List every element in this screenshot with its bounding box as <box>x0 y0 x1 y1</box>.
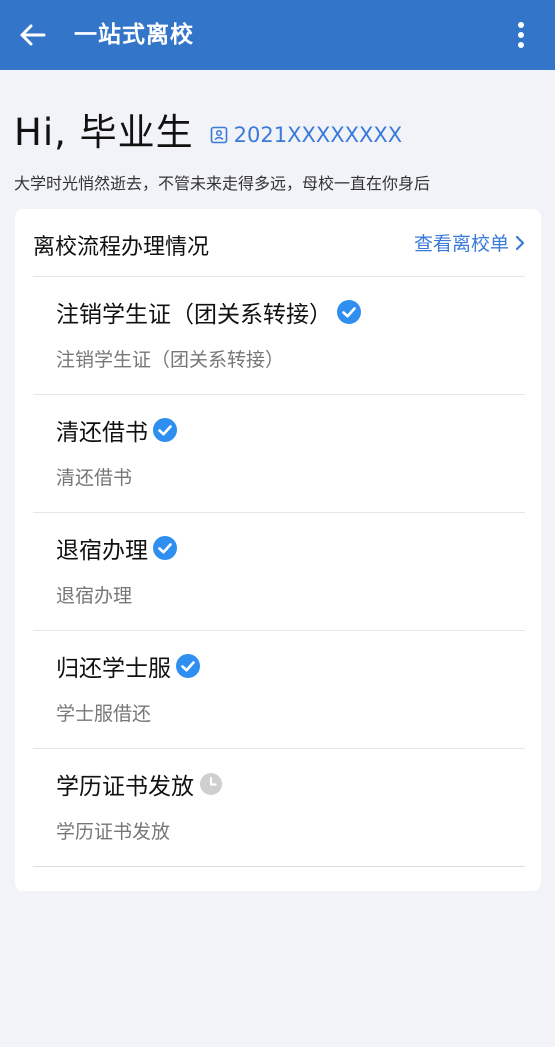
step-title-text: 退宿办理 <box>56 538 148 564</box>
id-card-icon <box>210 126 227 144</box>
step-cancel-student-card[interactable]: 注销学生证（团关系转接） 注销学生证（团关系转接） <box>33 277 525 395</box>
step-title-text: 学历证书发放 <box>56 774 194 800</box>
step-subtitle: 清还借书 <box>56 467 133 489</box>
chevron-right-icon <box>515 235 525 250</box>
step-title: 清还借书 <box>56 413 178 447</box>
step-dorm-checkout[interactable]: 退宿办理 退宿办理 <box>33 513 525 631</box>
step-subtitle: 注销学生证（团关系转接） <box>56 349 285 371</box>
step-title-text: 注销学生证（团关系转接） <box>56 302 332 328</box>
checkout-progress-card: 离校流程办理情况 查看离校单 注销学生证（团关系转接） 注销学生证（团关系转接） <box>15 209 541 891</box>
step-diploma-issue[interactable]: 学历证书发放 学历证书发放 <box>33 749 525 867</box>
tagline: 大学时光悄然逝去，不管未来走得多远，母校一直在你身后 <box>14 174 431 193</box>
view-checkout-form-link[interactable]: 查看离校单 <box>414 229 525 256</box>
card-title: 离校流程办理情况 <box>33 235 210 260</box>
back-button[interactable] <box>10 15 54 55</box>
step-title: 退宿办理 <box>56 531 178 565</box>
clock-icon <box>198 771 224 797</box>
check-circle-icon <box>336 299 362 325</box>
student-id-value: 2021XXXXXXXX <box>233 123 403 147</box>
step-return-gown[interactable]: 归还学士服 学士服借还 <box>33 631 525 749</box>
more-vert-icon <box>518 22 524 48</box>
app-bar: 一站式离校 <box>0 0 555 70</box>
page-title: 一站式离校 <box>74 22 194 48</box>
step-list: 注销学生证（团关系转接） 注销学生证（团关系转接） 清还借书 清还借书 退宿办理… <box>33 277 525 867</box>
check-circle-icon <box>152 417 178 443</box>
greeting-title: Hi, 毕业生 <box>14 111 194 154</box>
card-header: 离校流程办理情况 查看离校单 <box>33 209 525 277</box>
step-title-text: 清还借书 <box>56 420 148 446</box>
step-title: 学历证书发放 <box>56 767 224 801</box>
more-options-button[interactable] <box>501 15 541 55</box>
check-circle-icon <box>175 653 201 679</box>
student-id: 2021XXXXXXXX <box>210 123 403 147</box>
step-title-text: 归还学士服 <box>56 656 171 682</box>
view-checkout-form-label: 查看离校单 <box>413 233 509 255</box>
check-circle-icon <box>152 535 178 561</box>
step-return-books[interactable]: 清还借书 清还借书 <box>33 395 525 513</box>
step-subtitle: 退宿办理 <box>56 585 133 607</box>
step-title: 归还学士服 <box>56 649 201 683</box>
greeting: Hi, 毕业生 2021XXXXXXXX <box>14 104 402 154</box>
step-subtitle: 学历证书发放 <box>56 821 171 843</box>
step-subtitle: 学士服借还 <box>56 703 152 725</box>
arrow-left-icon <box>20 24 46 46</box>
step-title: 注销学生证（团关系转接） <box>56 295 362 329</box>
